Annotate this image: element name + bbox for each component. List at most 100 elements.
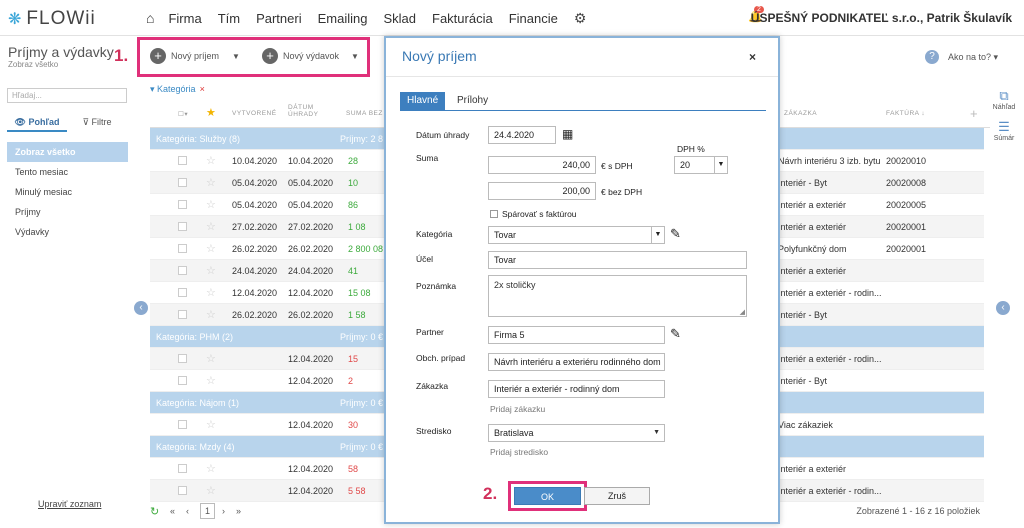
prev-page-icon[interactable]: ‹ — [186, 506, 189, 516]
app-logo[interactable]: ❋ FLOWii — [8, 8, 96, 30]
new-expense-dropdown-icon[interactable]: ▼ — [351, 52, 359, 61]
calendar-icon[interactable]: ▦ — [562, 127, 573, 141]
add-center-link[interactable]: Pridaj stredisko — [490, 447, 548, 457]
nav-item-sklad[interactable]: Sklad — [383, 11, 416, 26]
nav-item-partneri[interactable]: Partneri — [256, 11, 302, 26]
next-page-icon[interactable]: › — [222, 506, 225, 516]
tab-attachments[interactable]: Prílohy — [450, 92, 495, 110]
category-group-label: Kategória: PHM (2) — [156, 332, 234, 342]
nav-item-tim[interactable]: Tím — [218, 11, 240, 26]
add-order-link[interactable]: Pridaj zákazku — [490, 404, 545, 414]
refresh-icon[interactable]: ↻ — [150, 505, 159, 518]
resize-handle-icon[interactable]: ◢ — [740, 308, 745, 316]
tab-view-label: Pohľad — [28, 117, 60, 127]
center-value: Bratislava — [494, 428, 534, 438]
tab-main[interactable]: Hlavné — [400, 92, 446, 110]
row-checkbox[interactable] — [178, 376, 187, 385]
add-column-icon[interactable]: + — [970, 106, 978, 121]
row-checkbox[interactable] — [178, 464, 187, 473]
close-icon[interactable]: × — [749, 50, 756, 64]
search-input[interactable]: Hľadaj... — [7, 88, 127, 103]
order-input[interactable]: Interiér a exteriér - rodinný dom — [488, 380, 665, 398]
star-icon[interactable]: ☆ — [206, 308, 216, 321]
purpose-input[interactable]: Tovar — [488, 251, 747, 269]
case-input[interactable]: Návrh interiéru a exteriéru rodinného do… — [488, 353, 665, 371]
row-checkbox[interactable] — [178, 266, 187, 275]
star-column-icon[interactable]: ★ — [206, 106, 216, 119]
star-icon[interactable]: ☆ — [206, 220, 216, 233]
menu-item-show-all[interactable]: Zobraz všetko — [7, 142, 128, 162]
row-checkbox[interactable] — [178, 222, 187, 231]
row-checkbox[interactable] — [178, 354, 187, 363]
star-icon[interactable]: ☆ — [206, 286, 216, 299]
menu-item-expenses[interactable]: Výdavky — [7, 222, 128, 242]
expand-right-icon[interactable]: ‹ — [996, 301, 1010, 315]
tab-view[interactable]: 👁 Pohľad — [7, 114, 67, 132]
star-icon[interactable]: ☆ — [206, 352, 216, 365]
select-all-checkbox[interactable]: ☐▾ — [178, 110, 188, 118]
vat-select[interactable]: 20 ▼ — [674, 156, 728, 174]
star-icon[interactable]: ☆ — [206, 264, 216, 277]
filter-chip-category[interactable]: ▾ Kategória × — [150, 84, 205, 95]
row-checkbox[interactable] — [178, 310, 187, 319]
star-icon[interactable]: ☆ — [206, 198, 216, 211]
star-icon[interactable]: ☆ — [206, 418, 216, 431]
edit-partner-icon[interactable]: ✎ — [670, 326, 681, 342]
date-input[interactable]: 24.4.2020 — [488, 126, 556, 144]
home-icon[interactable]: ⌂ — [146, 10, 154, 26]
row-checkbox[interactable] — [178, 288, 187, 297]
row-checkbox[interactable] — [178, 420, 187, 429]
help-icon[interactable]: ? — [925, 50, 939, 64]
row-checkbox[interactable] — [178, 486, 187, 495]
menu-item-this-month[interactable]: Tento mesiac — [7, 162, 128, 182]
amount-without-vat-input[interactable]: 200,00 — [488, 182, 596, 200]
menu-item-income[interactable]: Príjmy — [7, 202, 128, 222]
gear-icon[interactable]: ⚙ — [574, 10, 587, 27]
edit-list-link[interactable]: Upraviť zoznam — [38, 499, 101, 509]
new-expense-button[interactable]: + Nový výdavok — [262, 48, 339, 64]
company-user-menu[interactable]: ÚSPEŠNÝ PODNIKATEĽ s.r.o., Patrik Škulav… — [751, 11, 1012, 25]
col-paid-date[interactable]: DÁTUM ÚHRADY — [288, 104, 328, 118]
cancel-button[interactable]: Zruš — [584, 487, 650, 505]
amount-with-vat-input[interactable]: 240,00 — [488, 156, 596, 174]
menu-item-last-month[interactable]: Minulý mesiac — [7, 182, 128, 202]
last-page-icon[interactable]: » — [236, 506, 241, 516]
tab-filters[interactable]: ⊽ Filtre — [67, 114, 127, 132]
vat-label: DPH % — [677, 144, 705, 154]
note-textarea[interactable]: 2x stoličky ◢ — [488, 275, 747, 317]
row-checkbox[interactable] — [178, 178, 187, 187]
partner-input[interactable]: Firma 5 — [488, 326, 665, 344]
ok-button[interactable]: OK — [514, 487, 581, 505]
col-created[interactable]: VYTVORENÉ — [232, 110, 277, 117]
new-income-dropdown-icon[interactable]: ▼ — [232, 52, 240, 61]
nav-item-financie[interactable]: Financie — [509, 11, 558, 26]
nav-item-firma[interactable]: Firma — [168, 11, 201, 26]
star-icon[interactable]: ☆ — [206, 154, 216, 167]
center-select[interactable]: Bratislava ▼ — [488, 424, 665, 442]
col-sum[interactable]: SUMA BEZ — [346, 110, 383, 117]
nav-item-emailing[interactable]: Emailing — [318, 11, 368, 26]
collapse-left-icon[interactable]: ‹ — [134, 301, 148, 315]
main-nav: ⌂ Firma Tím Partneri Emailing Sklad Fakt… — [146, 0, 586, 36]
star-icon[interactable]: ☆ — [206, 176, 216, 189]
first-page-icon[interactable]: « — [170, 506, 175, 516]
row-checkbox[interactable] — [178, 200, 187, 209]
help-link[interactable]: Ako na to? ▾ — [948, 52, 998, 63]
new-income-button[interactable]: + Nový príjem — [150, 48, 219, 64]
remove-filter-icon[interactable]: × — [200, 84, 205, 94]
summary-tool[interactable]: ☰ Súmár — [990, 119, 1018, 142]
nav-item-fakturacia[interactable]: Fakturácia — [432, 11, 493, 26]
star-icon[interactable]: ☆ — [206, 484, 216, 497]
star-icon[interactable]: ☆ — [206, 462, 216, 475]
category-select[interactable]: Tovar ▼ — [488, 226, 665, 244]
row-checkbox[interactable] — [178, 244, 187, 253]
edit-category-icon[interactable]: ✎ — [670, 226, 681, 242]
row-checkbox[interactable] — [178, 156, 187, 165]
col-order[interactable]: ZÁKAZKA — [784, 110, 817, 117]
star-icon[interactable]: ☆ — [206, 374, 216, 387]
page-number[interactable]: 1 — [200, 503, 216, 519]
preview-tool[interactable]: ⧉ Náhľad — [990, 88, 1018, 111]
col-invoice[interactable]: FAKTÚRA ↓ — [886, 110, 925, 117]
pair-invoice-checkbox[interactable] — [490, 210, 498, 218]
star-icon[interactable]: ☆ — [206, 242, 216, 255]
